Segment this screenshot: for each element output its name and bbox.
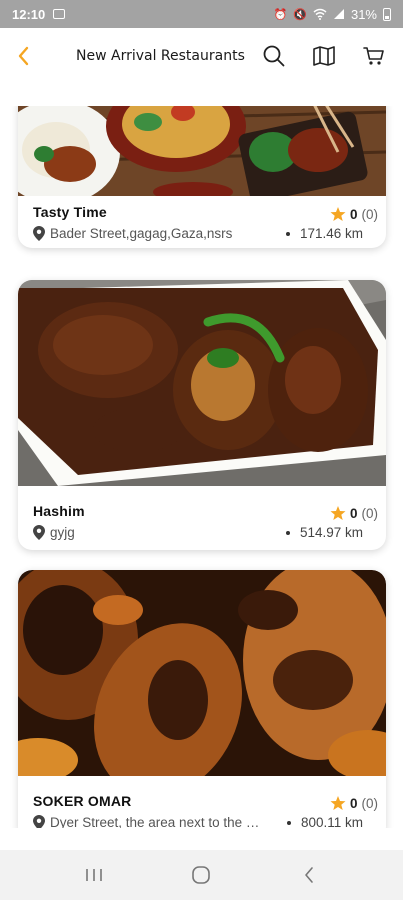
restaurant-image (18, 106, 386, 196)
star-icon (330, 207, 346, 221)
review-count: (0) (361, 505, 379, 521)
restaurant-distance: 800.11 km (300, 815, 363, 828)
system-nav-bar (0, 850, 403, 900)
restaurant-list[interactable]: Tasty Time 0 (0) Bader Street,gagag,Gaza… (0, 106, 403, 828)
home-button[interactable] (181, 855, 221, 895)
separator-dot (285, 231, 290, 236)
star-icon (330, 506, 346, 520)
home-icon (192, 866, 211, 884)
back-button[interactable] (0, 28, 46, 84)
recent-apps-button[interactable] (74, 855, 114, 895)
restaurant-card[interactable]: Tasty Time 0 (0) Bader Street,gagag,Gaza… (18, 106, 386, 248)
back-arrow-icon (18, 46, 29, 66)
status-time: 12:10 (12, 6, 46, 22)
status-bar: 12:10 ⏰ 🔇 31% (0, 0, 403, 28)
alarm-icon: ⏰ (273, 8, 288, 21)
rating-value: 0 (349, 206, 358, 222)
location-pin-icon (33, 815, 45, 828)
rating-value: 0 (349, 505, 358, 521)
battery-icon (383, 7, 391, 21)
page-title: New Arrival Restaurants (76, 48, 245, 64)
restaurant-name: Hashim (33, 503, 85, 519)
signal-icon (333, 9, 344, 19)
location-pin-icon (33, 226, 45, 241)
restaurant-image (18, 570, 386, 776)
rating: 0 (0) (330, 206, 378, 222)
rating: 0 (0) (330, 795, 378, 811)
gallery-icon (53, 9, 66, 19)
back-icon (305, 867, 313, 883)
wifi-icon (313, 8, 327, 20)
separator-dot (285, 530, 290, 535)
status-icons: ⏰ 🔇 31% (274, 7, 391, 22)
rating: 0 (0) (330, 505, 378, 521)
review-count: (0) (361, 206, 379, 222)
app-header: New Arrival Restaurants (0, 28, 403, 84)
restaurant-address: Bader Street,gagag,Gaza,nsrs (50, 226, 233, 241)
mute-icon: 🔇 (293, 8, 307, 21)
star-icon (330, 796, 346, 810)
recent-apps-icon (86, 869, 102, 881)
rating-value: 0 (349, 795, 358, 811)
restaurant-image (18, 280, 386, 486)
search-button[interactable] (259, 41, 289, 71)
battery-percent: 31% (350, 6, 377, 22)
cart-icon (363, 47, 384, 65)
restaurant-address: gyjg (50, 525, 75, 540)
restaurant-name: SOKER OMAR (33, 793, 132, 809)
system-back-button[interactable] (289, 855, 329, 895)
restaurant-card[interactable]: SOKER OMAR 0 (0) Dyer Street, the area n… (18, 570, 386, 828)
map-icon (313, 46, 335, 66)
map-button[interactable] (309, 41, 339, 71)
restaurant-name: Tasty Time (33, 204, 107, 220)
location-pin-icon (33, 525, 45, 540)
search-icon (263, 45, 285, 67)
review-count: (0) (361, 795, 379, 811)
restaurant-address: Dyer Street, the area next to the mosque (50, 815, 260, 828)
separator-dot (286, 820, 291, 825)
restaurant-distance: 171.46 km (299, 226, 363, 241)
cart-button[interactable] (359, 41, 389, 71)
restaurant-card[interactable]: Hashim 0 (0) gyjg 514.97 km (18, 280, 386, 550)
restaurant-distance: 514.97 km (299, 525, 363, 540)
